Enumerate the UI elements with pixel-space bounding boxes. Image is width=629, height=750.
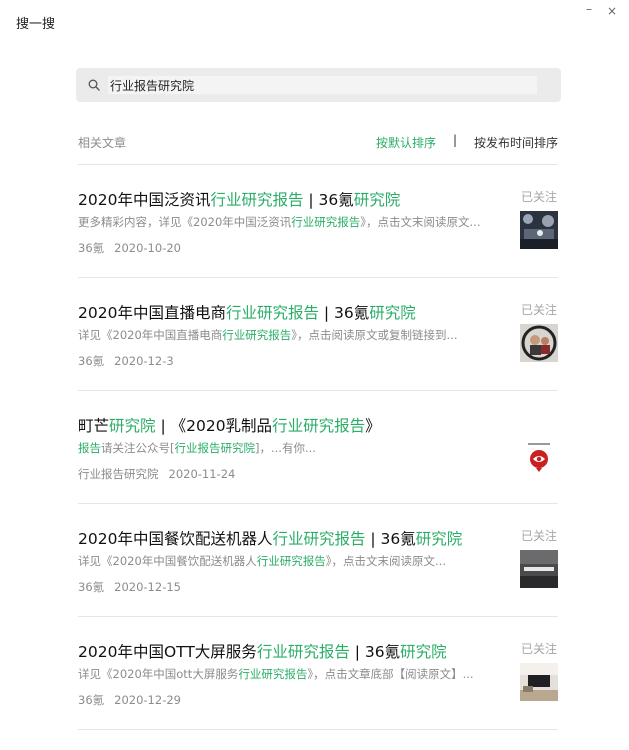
result-date: 2020-11-24 — [168, 467, 236, 481]
result-source: 36氪 — [78, 354, 105, 368]
result-meta: 36氪 2020-12-3 — [78, 353, 174, 369]
result-item[interactable]: 2020年中国泛资讯行业研究报告 | 36氪研究院 更多精彩内容，详见《2020… — [78, 188, 560, 298]
result-thumbnail — [520, 324, 558, 362]
followed-badge: 已关注 — [521, 529, 558, 543]
result-meta: 36氪 2020-12-29 — [78, 692, 181, 708]
result-title[interactable]: 町芒研究院 | 《2020乳制品行业研究报告》 — [78, 414, 381, 436]
followed-badge: 已关注 — [521, 303, 558, 317]
followed-badge: 已关注 — [521, 642, 558, 656]
result-title[interactable]: 2020年中国餐饮配送机器人行业研究报告 | 36氪研究院 — [78, 527, 462, 549]
result-title[interactable]: 2020年中国直播电商行业研究报告 | 36氪研究院 — [78, 301, 416, 323]
sort-toolbar: 相关文章 按默认排序 | 按发布时间排序 — [78, 132, 560, 152]
close-icon[interactable]: × — [605, 4, 619, 18]
result-title[interactable]: 2020年中国OTT大屏服务行业研究报告 | 36氪研究院 — [78, 640, 447, 662]
result-item[interactable]: 2020年中国餐饮配送机器人行业研究报告 | 36氪研究院 详见《2020年中国… — [78, 527, 560, 637]
result-item[interactable]: 2020年中国直播电商行业研究报告 | 36氪研究院 详见《2020年中国直播电… — [78, 301, 560, 411]
search-bar[interactable] — [76, 68, 561, 102]
result-snippet: 详见《2020年中国直播电商行业研究报告》，点击阅读原文或复制链接到... — [78, 328, 458, 342]
result-thumbnail — [520, 550, 558, 588]
divider — [78, 390, 558, 391]
window-title: 搜一搜 — [16, 17, 56, 32]
result-title[interactable]: 2020年中国泛资讯行业研究报告 | 36氪研究院 — [78, 188, 400, 210]
result-thumbnail — [520, 211, 558, 249]
sort-default-button[interactable]: 按默认排序 — [376, 134, 436, 151]
divider — [78, 616, 558, 617]
result-source: 行业报告研究院 — [78, 467, 159, 481]
result-snippet: 详见《2020年中国餐饮配送机器人行业研究报告》，点击文末阅读原文... — [78, 554, 446, 568]
result-source: 36氪 — [78, 693, 105, 707]
result-source: 36氪 — [78, 241, 105, 255]
result-snippet: 更多精彩内容，详见《2020年中国泛资讯行业研究报告》，点击文末阅读原文... — [78, 215, 481, 229]
result-date: 2020-12-29 — [114, 693, 181, 707]
result-date: 2020-12-15 — [114, 580, 181, 594]
result-meta: 36氪 2020-10-20 — [78, 240, 181, 256]
result-meta: 36氪 2020-12-15 — [78, 579, 181, 595]
sort-by-time-button[interactable]: 按发布时间排序 — [474, 134, 558, 151]
result-thumbnail — [520, 663, 558, 701]
result-meta: 行业报告研究院 2020-11-24 — [78, 466, 235, 482]
sort-separator: | — [453, 133, 458, 147]
result-snippet: 报告请关注公众号[行业报告研究院]，...有你... — [78, 441, 316, 455]
result-snippet: 详见《2020年中国ott大屏服务行业研究报告》，点击文章底部【阅读原文】... — [78, 667, 474, 681]
result-item[interactable]: 2020年中国OTT大屏服务行业研究报告 | 36氪研究院 详见《2020年中国… — [78, 640, 560, 750]
divider — [78, 503, 558, 504]
search-icon — [88, 79, 100, 91]
result-date: 2020-10-20 — [114, 241, 181, 255]
followed-badge: 已关注 — [521, 190, 558, 204]
minimize-icon[interactable]: – — [582, 2, 596, 16]
result-source: 36氪 — [78, 580, 105, 594]
title-bar: 搜一搜 – × — [0, 0, 629, 40]
result-item[interactable]: 町芒研究院 | 《2020乳制品行业研究报告》 报告请关注公众号[行业报告研究院… — [78, 414, 560, 524]
result-thumbnail — [520, 437, 558, 475]
related-articles-label: 相关文章 — [78, 136, 127, 150]
result-date: 2020-12-3 — [114, 354, 174, 368]
divider — [78, 164, 558, 165]
divider — [78, 277, 558, 278]
search-input[interactable] — [108, 76, 537, 94]
